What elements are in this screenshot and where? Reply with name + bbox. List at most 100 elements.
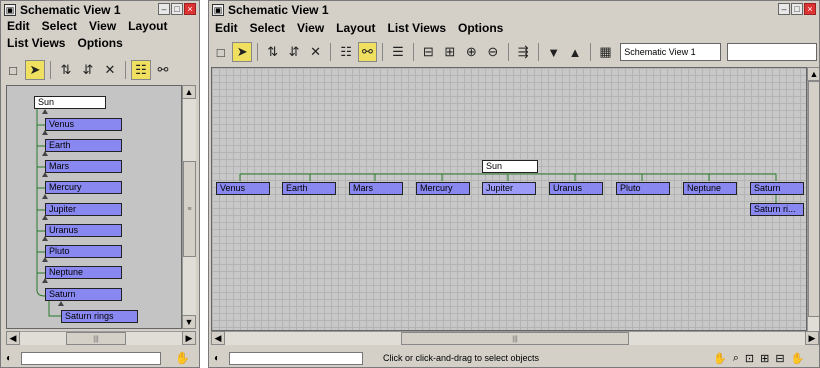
node-saturn-rings[interactable]: Saturn ri... [750,203,804,216]
connect-icon[interactable]: ⇅ [263,42,282,62]
node-sun[interactable]: Sun [482,160,538,173]
expand-arrow-icon [42,215,48,220]
filter-up-icon[interactable]: ▲ [565,42,584,62]
free-all-icon[interactable]: ⇶ [513,42,532,62]
hierarchy-mode-icon[interactable]: ☷ [131,60,151,80]
node-sun[interactable]: Sun [34,96,106,109]
scroll-up-icon[interactable]: ▲ [807,67,819,81]
connect-icon[interactable]: ⇅ [56,60,76,80]
maximize-icon[interactable]: □ [171,3,183,15]
zoom-region-icon[interactable]: ⊡ [745,352,754,365]
node-jupiter[interactable]: Jupiter [482,182,536,195]
menu-list-views[interactable]: List Views [7,35,65,52]
menu-select[interactable]: Select [250,20,285,37]
delete-icon[interactable]: ✕ [306,42,325,62]
node-earth[interactable]: Earth [282,182,336,195]
close-icon[interactable]: × [804,3,816,15]
node-earth[interactable]: Earth [45,139,122,152]
node-venus[interactable]: Venus [45,118,122,131]
pan-hand-icon[interactable]: ✋ [713,352,727,365]
unlink-icon[interactable]: ⇵ [78,60,98,80]
display-floater-icon[interactable]: □ [211,42,230,62]
filter-down-icon[interactable]: ▼ [544,42,563,62]
expand-arrow-icon [58,301,64,306]
expand-icon[interactable]: ⊞ [440,42,459,62]
zoom-icon[interactable]: ⌕ [733,352,739,365]
toolbar: □ ➤ ⇅ ⇵ ✕ ☷ ⚯ ☰ ⊟ ⊞ ⊕ ⊖ ⇶ ▼ ▲ ▦ Schemati… [211,40,817,64]
bookmark-dropdown[interactable] [727,43,817,61]
display-floater-icon[interactable]: □ [3,60,23,80]
scroll-down-icon[interactable]: ▼ [182,315,196,329]
menu-edit[interactable]: Edit [7,18,30,35]
status-field [21,351,161,365]
node-mercury[interactable]: Mercury [416,182,470,195]
minimize-icon[interactable]: – [778,3,790,15]
node-mercury[interactable]: Mercury [45,181,122,194]
scroll-right-icon[interactable]: ▶ [805,331,819,345]
scroll-right-icon[interactable]: ▶ [182,331,196,345]
zoom-extents-icon[interactable]: ⊞ [760,352,769,365]
menu-list-views[interactable]: List Views [388,20,446,37]
node-saturn[interactable]: Saturn [45,288,122,301]
node-saturn[interactable]: Saturn [750,182,804,195]
node-uranus[interactable]: Uranus [549,182,603,195]
close-icon[interactable]: × [184,3,196,15]
unlink-icon[interactable]: ⇵ [284,42,303,62]
menu-view[interactable]: View [89,18,116,35]
node-mars[interactable]: Mars [349,182,403,195]
title-bar[interactable]: ▣ Schematic View 1 – □ × [209,1,819,18]
select-arrow-icon[interactable]: ➤ [232,42,252,62]
scroll-left-icon[interactable]: ◀ [211,331,225,345]
zoom-selected-icon[interactable]: ⊟ [775,352,784,365]
node-neptune[interactable]: Neptune [683,182,737,195]
delete-icon[interactable]: ✕ [100,60,120,80]
title-bar[interactable]: ▣ Schematic View 1 – □ × [1,1,199,18]
menu-layout[interactable]: Layout [128,18,167,35]
menu-options[interactable]: Options [458,20,503,37]
menu-edit[interactable]: Edit [215,20,238,37]
maximize-icon[interactable]: □ [791,3,803,15]
collapse-icon[interactable]: ⊟ [419,42,438,62]
hierarchy-mode-icon[interactable]: ☷ [336,42,355,62]
node-neptune[interactable]: Neptune [45,266,122,279]
horizontal-scrollbar[interactable]: ◀ ||| ▶ [6,331,196,345]
node-jupiter[interactable]: Jupiter [45,203,122,216]
menu-options[interactable]: Options [77,35,122,52]
schematic-canvas[interactable]: Sun Venus Earth Mars Mercury Jupiter Ura… [6,85,182,329]
vertical-scrollbar[interactable]: ▲ ≡ ▼ [182,85,196,329]
node-pluto[interactable]: Pluto [45,245,122,258]
arrange-selected-icon[interactable]: ⊖ [483,42,502,62]
pan-hand-icon[interactable]: ✋ [175,351,190,365]
preferences-icon[interactable]: ▦ [596,42,615,62]
pan-to-selected-icon[interactable]: ✋ [791,352,805,365]
align-icon[interactable]: ☰ [388,42,407,62]
node-saturn-rings[interactable]: Saturn rings [61,310,138,323]
scroll-thumb[interactable]: ||| [401,332,629,345]
node-mars[interactable]: Mars [45,160,122,173]
node-uranus[interactable]: Uranus [45,224,122,237]
node-venus[interactable]: Venus [216,182,270,195]
expand-arrow-icon [42,172,48,177]
references-mode-icon[interactable]: ⚯ [153,60,173,80]
display-icon[interactable]: ◐ [209,353,225,364]
horizontal-scrollbar[interactable]: ◀ ||| ▶ [211,331,819,345]
schematic-canvas[interactable]: Sun Venus Earth Mars Mercury Jupiter Ura… [211,67,807,331]
arrange-children-icon[interactable]: ⊕ [462,42,481,62]
minimize-icon[interactable]: – [158,3,170,15]
menu-view[interactable]: View [297,20,324,37]
vertical-scrollbar[interactable]: ▲ [807,67,819,331]
view-name-field[interactable]: Schematic View 1 [620,43,722,61]
display-icon[interactable]: ◐ [1,353,17,364]
scroll-up-icon[interactable]: ▲ [182,85,196,99]
node-pluto[interactable]: Pluto [616,182,670,195]
references-mode-icon[interactable]: ⚯ [357,42,378,62]
expand-arrow-icon [42,194,48,199]
menu-layout[interactable]: Layout [336,20,375,37]
menu-select[interactable]: Select [42,18,77,35]
scroll-thumb[interactable]: ||| [66,332,126,345]
scroll-thumb[interactable] [808,81,819,317]
select-arrow-icon[interactable]: ➤ [25,60,45,80]
window-title: Schematic View 1 [20,2,121,17]
scroll-thumb[interactable]: ≡ [183,161,196,257]
scroll-left-icon[interactable]: ◀ [6,331,20,345]
